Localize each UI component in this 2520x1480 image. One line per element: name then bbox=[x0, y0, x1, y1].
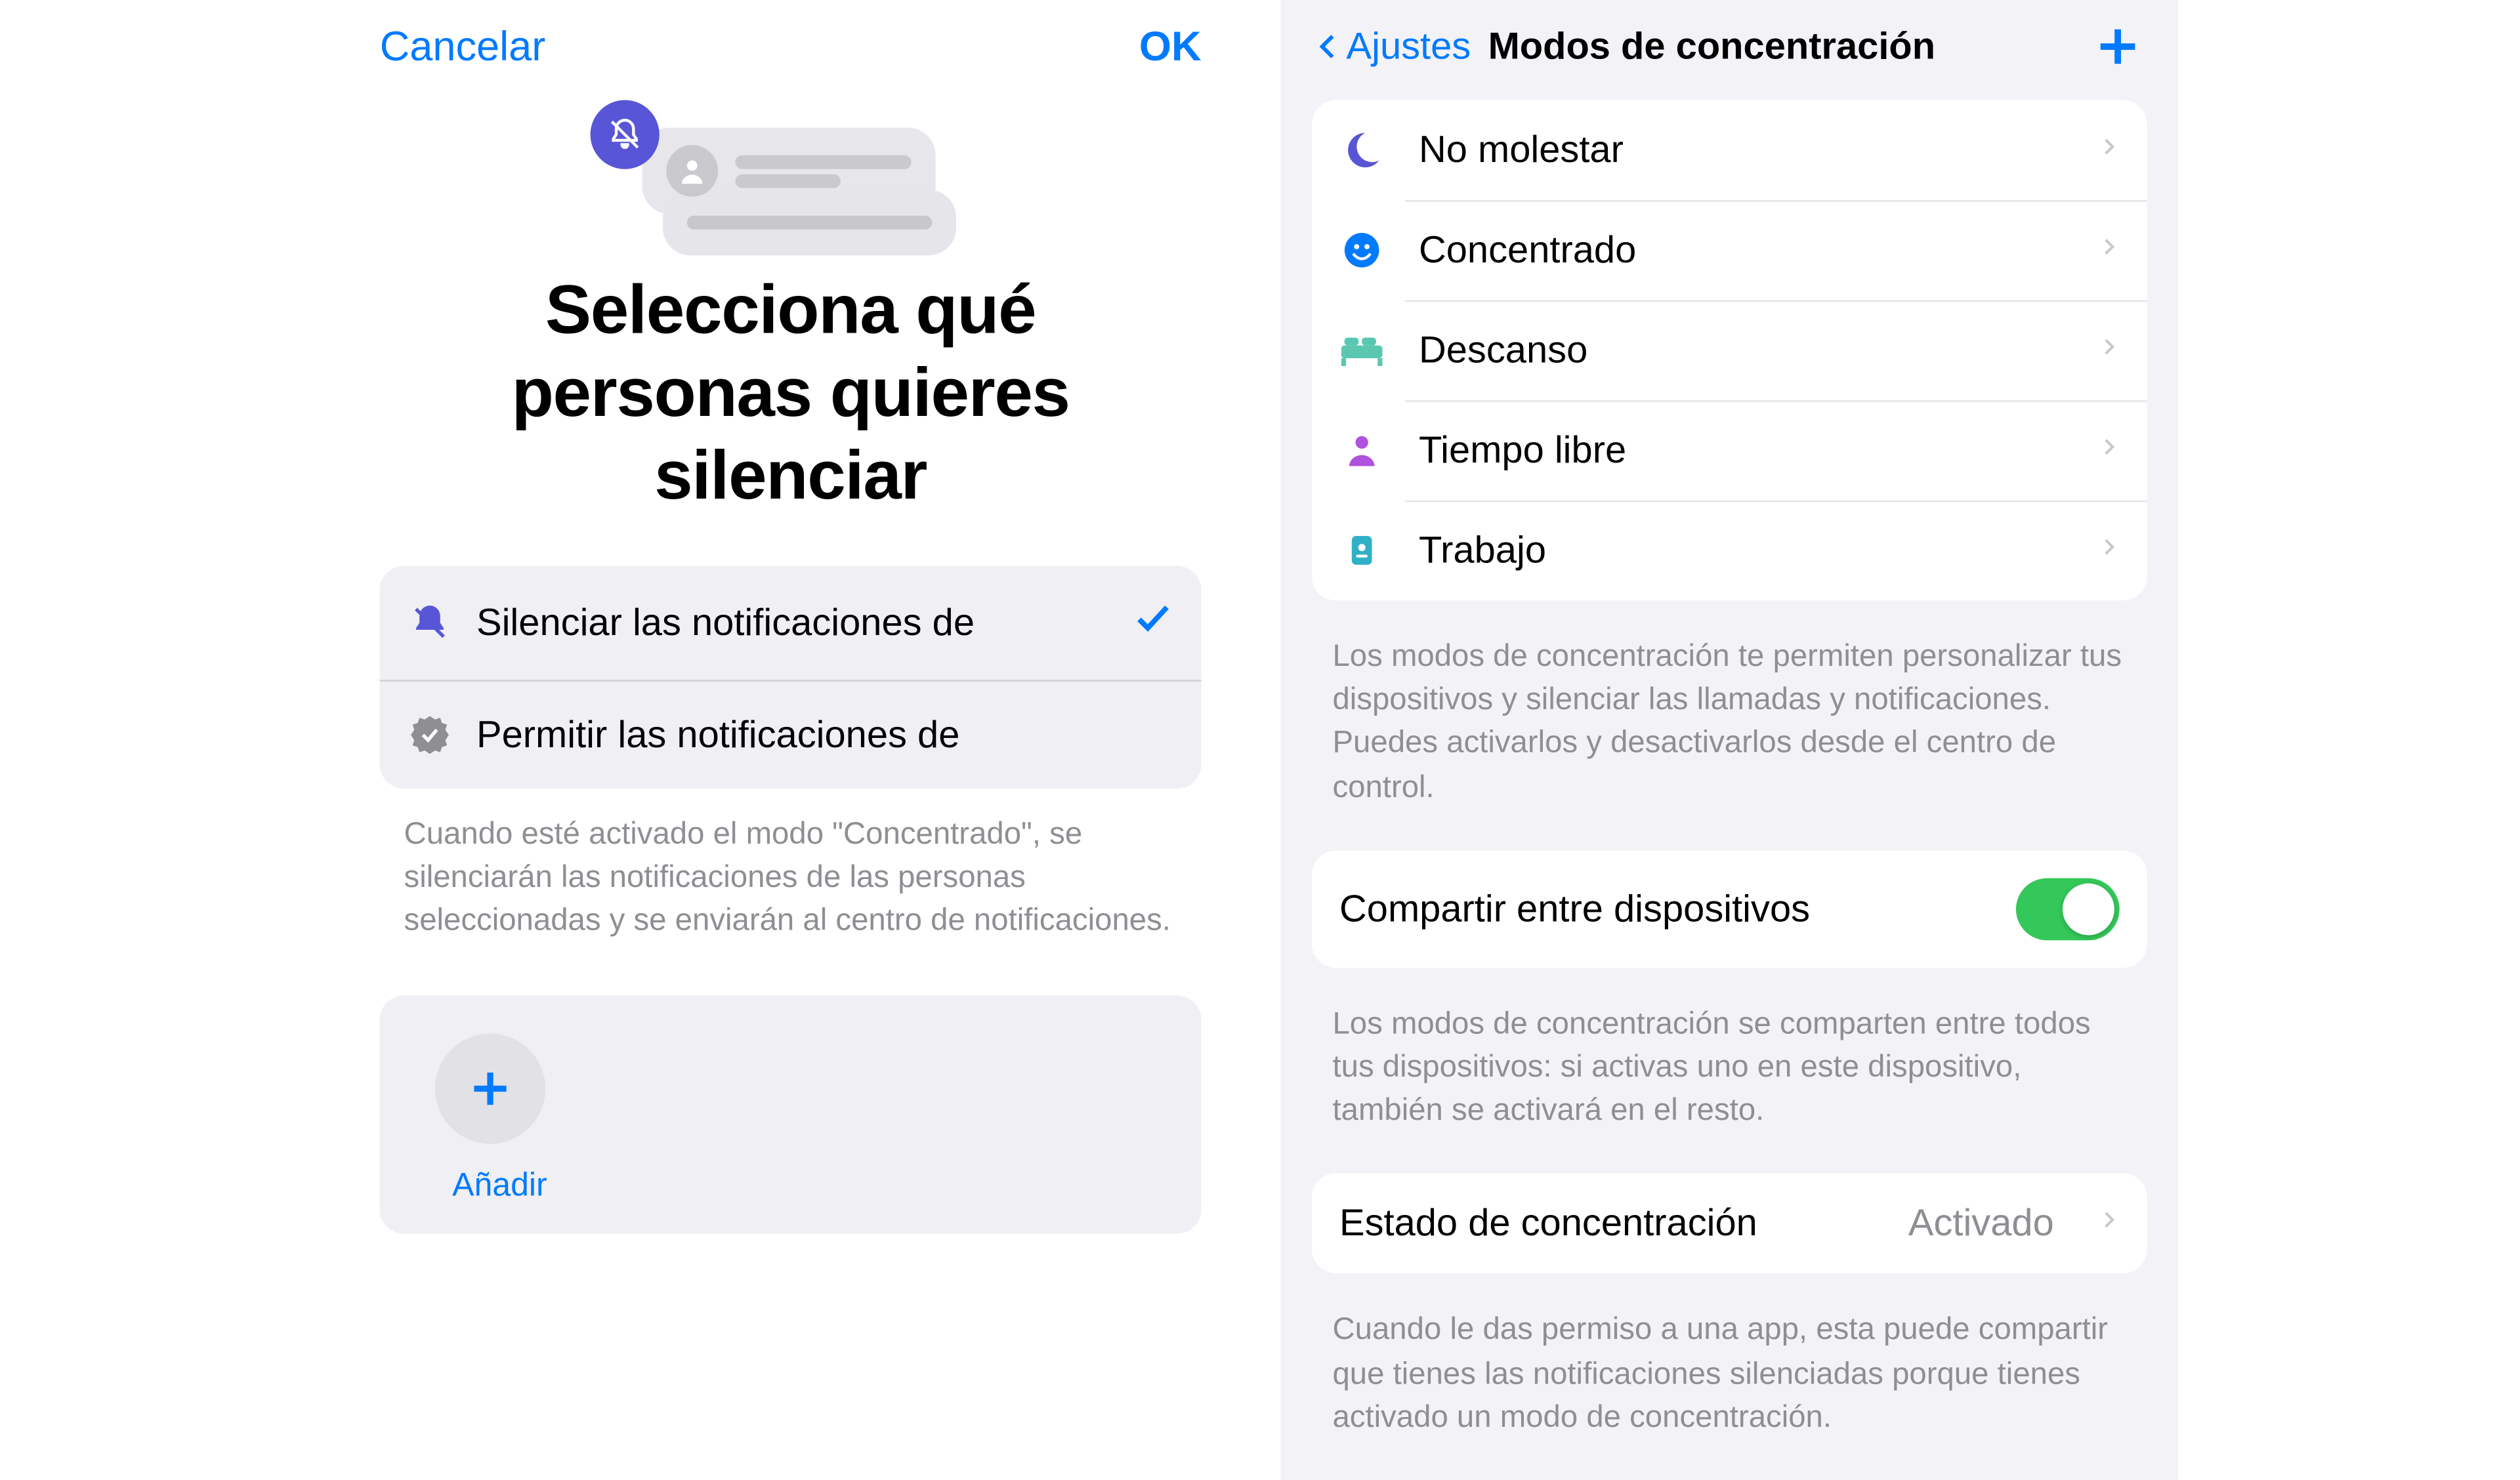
mode-concentrado[interactable]: Concentrado bbox=[1312, 200, 2147, 300]
share-across-devices-row[interactable]: Compartir entre dispositivos bbox=[1312, 850, 2147, 968]
chevron-right-icon bbox=[2099, 129, 2120, 172]
cancel-button[interactable]: Cancelar bbox=[380, 24, 546, 73]
focus-people-modal: Cancelar OK Selecciona qué personas quie… bbox=[342, 0, 1240, 1480]
mode-tiempo-libre[interactable]: Tiempo libre bbox=[1312, 400, 2147, 501]
moon-icon bbox=[1339, 129, 1384, 171]
chevron-right-icon bbox=[2099, 529, 2120, 572]
status-label: Estado de concentración bbox=[1339, 1201, 1874, 1246]
chevron-right-icon bbox=[2099, 429, 2120, 472]
focus-status-row[interactable]: Estado de concentración Activado bbox=[1312, 1174, 2147, 1274]
mode-no-molestar[interactable]: No molestar bbox=[1312, 100, 2147, 201]
badge-icon bbox=[1339, 529, 1384, 571]
option-allow[interactable]: Permitir las notificaciones de bbox=[380, 680, 1202, 789]
plus-icon bbox=[466, 1064, 514, 1113]
chevron-right-icon bbox=[2099, 1202, 2120, 1246]
checkmark-icon bbox=[1132, 597, 1173, 649]
back-button[interactable]: Ajustes bbox=[1312, 24, 1471, 69]
back-label: Ajustes bbox=[1347, 24, 1471, 69]
focus-modes-list: No molestar Concentrado Descanso bbox=[1312, 100, 2147, 601]
mode-label: Trabajo bbox=[1419, 528, 2065, 573]
share-group: Compartir entre dispositivos bbox=[1312, 850, 2147, 968]
bell-slash-icon bbox=[408, 602, 452, 644]
badge-check-icon bbox=[408, 714, 452, 756]
add-focus-button[interactable] bbox=[2092, 21, 2144, 81]
mode-trabajo[interactable]: Trabajo bbox=[1312, 501, 2147, 601]
option-silence-label: Silenciar las notificaciones de bbox=[476, 600, 1108, 645]
chevron-right-icon bbox=[2099, 329, 2120, 372]
mode-label: No molestar bbox=[1419, 128, 2065, 173]
option-allow-label: Permitir las notificaciones de bbox=[476, 712, 1174, 757]
nav-bar: Ajustes Modos de concentración bbox=[1281, 0, 2179, 100]
person-icon bbox=[666, 145, 718, 197]
add-button-label: Añadir bbox=[452, 1167, 547, 1205]
mode-label: Descanso bbox=[1419, 328, 2065, 373]
share-toggle[interactable] bbox=[2016, 878, 2120, 940]
bed-icon bbox=[1339, 331, 1384, 369]
status-footer-text: Cuando le das permiso a una app, esta pu… bbox=[1281, 1291, 2179, 1480]
hero-graphic bbox=[625, 128, 956, 256]
hero-title: Selecciona qué personas quieres silencia… bbox=[394, 269, 1188, 518]
smiley-icon bbox=[1339, 230, 1384, 271]
add-people-panel: Añadir bbox=[380, 995, 1202, 1233]
share-label: Compartir entre dispositivos bbox=[1339, 886, 1981, 931]
modes-footer-text: Los modos de concentración te permiten p… bbox=[1281, 618, 2179, 850]
chevron-left-icon bbox=[1312, 24, 1343, 69]
page-title: Modos de concentración bbox=[1488, 24, 1936, 69]
focus-settings-screen: Ajustes Modos de concentración No molest… bbox=[1281, 0, 2179, 1480]
hero-section: Selecciona qué personas quieres silencia… bbox=[342, 87, 1240, 566]
modal-header: Cancelar OK bbox=[342, 0, 1240, 87]
mute-badge-icon bbox=[591, 100, 660, 169]
chevron-right-icon bbox=[2099, 228, 2120, 272]
notification-mock-top bbox=[642, 128, 935, 215]
person-icon bbox=[1339, 432, 1384, 470]
silence-footer-text: Cuando esté activado el modo "Concentrad… bbox=[342, 789, 1240, 977]
plus-icon bbox=[2092, 21, 2144, 73]
mode-label: Tiempo libre bbox=[1419, 428, 2065, 472]
option-silence[interactable]: Silenciar las notificaciones de bbox=[380, 566, 1202, 680]
status-group: Estado de concentración Activado bbox=[1312, 1174, 2147, 1274]
silence-allow-group: Silenciar las notificaciones de Permitir… bbox=[380, 566, 1202, 789]
mode-label: Concentrado bbox=[1419, 228, 2065, 272]
add-button[interactable] bbox=[435, 1033, 545, 1143]
ok-button[interactable]: OK bbox=[1139, 24, 1202, 73]
mode-descanso[interactable]: Descanso bbox=[1312, 300, 2147, 401]
status-value: Activado bbox=[1908, 1201, 2054, 1246]
share-footer-text: Los modos de concentración se comparten … bbox=[1281, 985, 2179, 1174]
toggle-knob bbox=[2063, 883, 2114, 935]
